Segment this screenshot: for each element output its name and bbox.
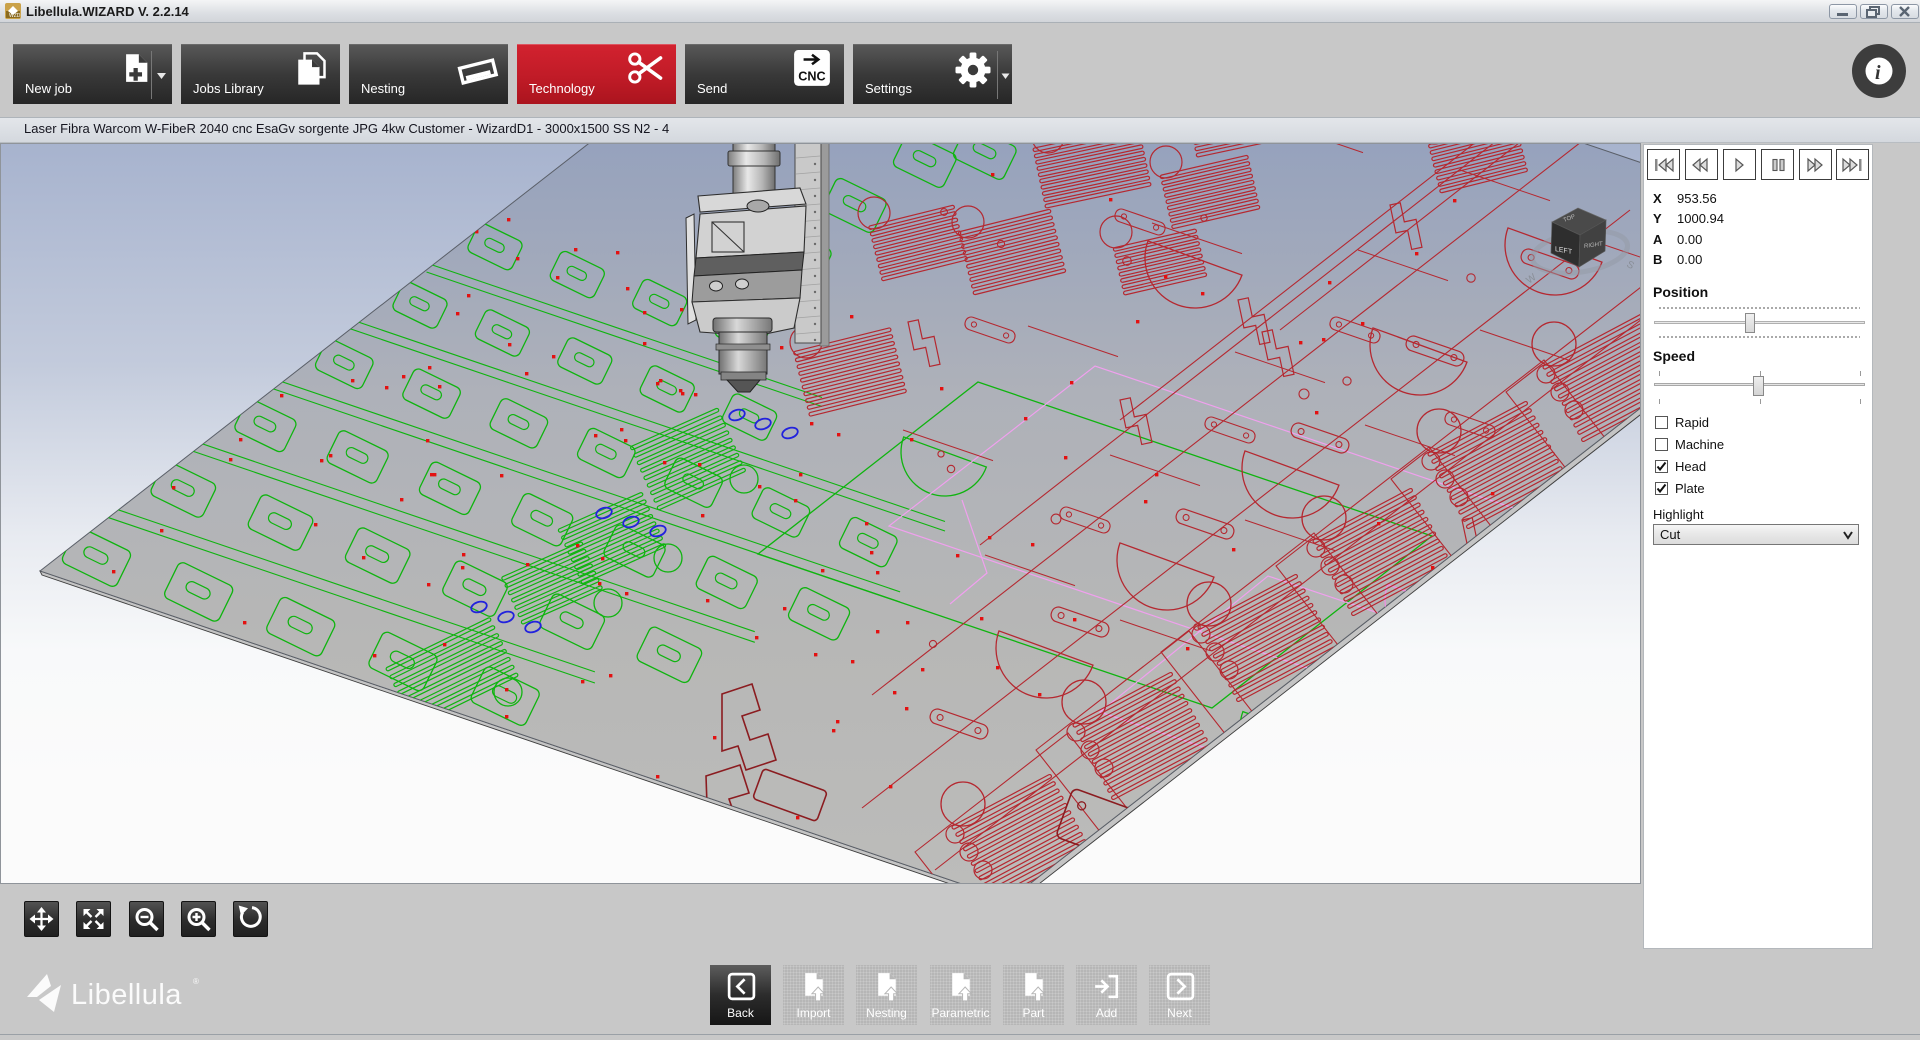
svg-text:CNC: CNC bbox=[798, 70, 825, 84]
svg-text:Libellula: Libellula bbox=[71, 979, 182, 1011]
svg-text:i: i bbox=[1875, 62, 1881, 84]
svg-text:®: ® bbox=[193, 977, 199, 986]
svg-text:WZD: WZD bbox=[9, 13, 21, 19]
